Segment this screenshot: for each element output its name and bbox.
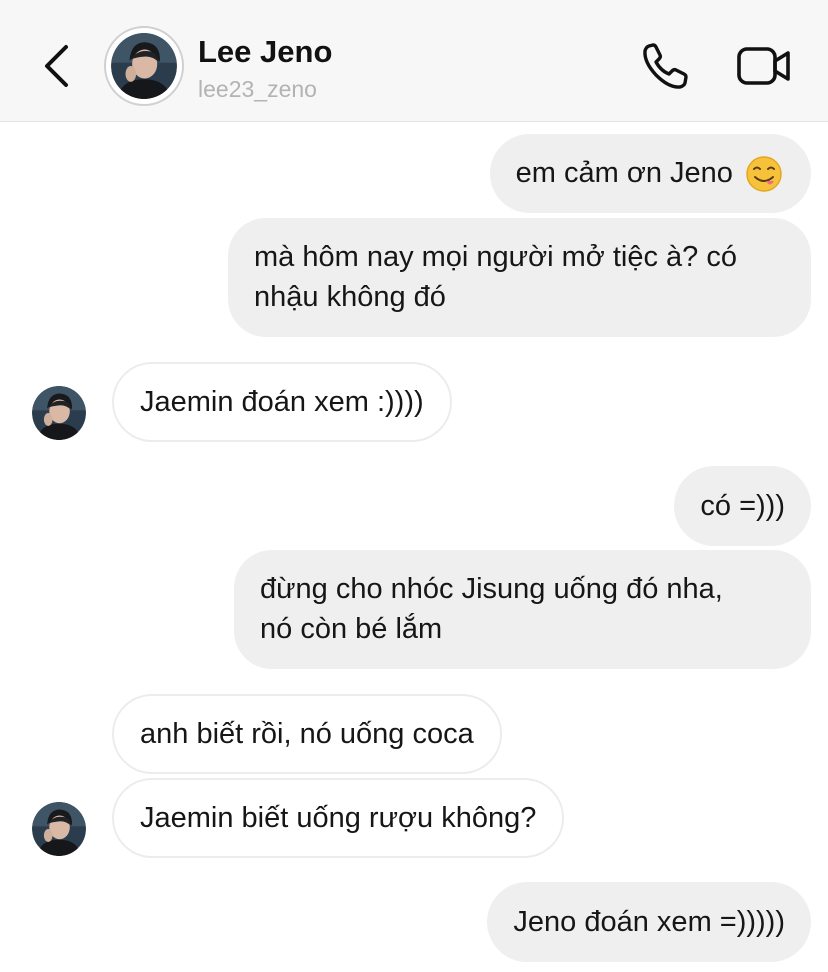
audio-call-button[interactable] — [640, 40, 690, 92]
message-text-line: nhậu không đó — [254, 281, 446, 313]
phone-icon — [643, 43, 688, 89]
outgoing-message[interactable]: Jeno đoán xem =))))) — [487, 882, 811, 962]
outgoing-message[interactable]: em cảm ơn Jeno — [489, 134, 811, 213]
face-savoring-food-emoji — [746, 156, 782, 193]
chat-header: Lee Jeno lee23_zeno — [0, 0, 828, 122]
message-text-line: đừng cho nhóc Jisung uống đó nha, — [260, 573, 723, 605]
profile-avatar[interactable] — [104, 26, 184, 106]
video-call-button[interactable] — [736, 42, 792, 90]
message-text-line: nó còn bé lắm — [260, 613, 443, 645]
incoming-message[interactable]: anh biết rồi, nó uống coca — [112, 694, 502, 774]
chevron-left-icon — [45, 45, 68, 87]
outgoing-message[interactable]: có =))) — [674, 466, 811, 546]
sender-avatar[interactable] — [32, 802, 86, 856]
back-button[interactable] — [36, 40, 76, 92]
message-text: Jaemin đoán xem :)))) — [140, 386, 424, 418]
avatar-photo — [111, 33, 177, 99]
outgoing-message[interactable]: đừng cho nhóc Jisung uống đó nha, nó còn… — [234, 550, 811, 669]
message-text: anh biết rồi, nó uống coca — [140, 718, 474, 750]
incoming-message[interactable]: Jaemin biết uống rượu không? — [112, 778, 565, 858]
contact-name: Lee Jeno — [198, 34, 333, 69]
contact-handle: lee23_zeno — [198, 76, 317, 102]
sender-avatar[interactable] — [32, 386, 86, 440]
message-text: Jeno đoán xem =))))) — [513, 906, 785, 938]
outgoing-message[interactable]: mà hôm nay mọi người mở tiệc à? có nhậu … — [228, 218, 811, 337]
message-text: em cảm ơn Jeno — [515, 157, 733, 189]
message-text-line: mà hôm nay mọi người mở tiệc à? có — [254, 241, 737, 273]
video-camera-icon — [737, 47, 790, 85]
message-text: có =))) — [700, 490, 785, 522]
message-text: Jaemin biết uống rượu không? — [140, 802, 537, 834]
incoming-message[interactable]: Jaemin đoán xem :)))) — [112, 362, 452, 442]
